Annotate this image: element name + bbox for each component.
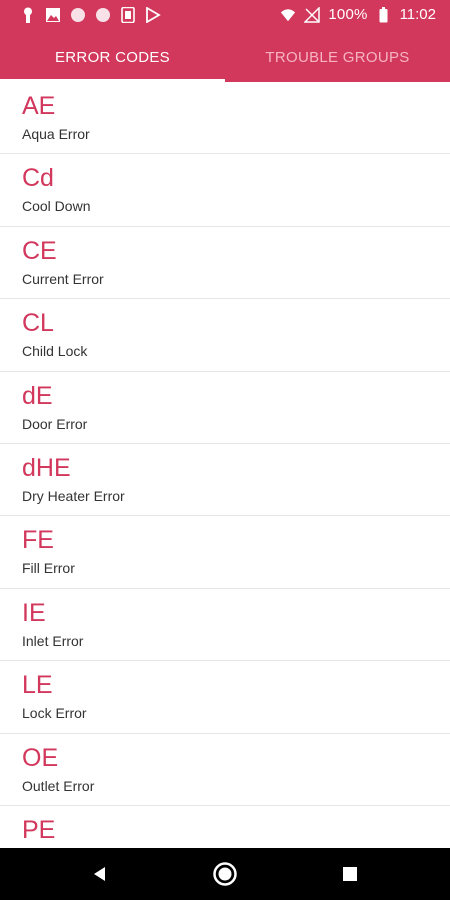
error-description: Current Error	[22, 270, 104, 287]
no-signal-icon	[304, 6, 321, 23]
status-clock: 11:02	[399, 6, 436, 23]
error-code: Cd	[22, 164, 54, 193]
list-item[interactable]: IE Inlet Error	[0, 589, 450, 662]
error-description: Dry Heater Error	[22, 487, 125, 504]
list-item[interactable]: PE	[0, 806, 450, 848]
status-notification-icons	[20, 7, 161, 23]
list-item[interactable]: dHE Dry Heater Error	[0, 444, 450, 517]
sim-icon	[120, 7, 136, 23]
image-icon	[45, 7, 61, 23]
error-description: Fill Error	[22, 560, 75, 577]
error-code: OE	[22, 743, 59, 772]
error-description: Door Error	[22, 415, 88, 432]
error-code: PE	[22, 815, 56, 844]
navigation-bar	[0, 848, 450, 900]
recents-icon[interactable]	[336, 860, 364, 888]
list-item[interactable]: dE Door Error	[0, 372, 450, 444]
error-code: CE	[22, 236, 57, 265]
circle-icon	[95, 7, 111, 23]
status-system-icons: 100% 11:02	[280, 6, 436, 23]
play-store-icon	[145, 7, 161, 23]
error-code-list[interactable]: AE Aqua Error Cd Cool Down CE Current Er…	[0, 82, 450, 848]
error-code: dHE	[22, 453, 71, 482]
list-item[interactable]: CL Child Lock	[0, 299, 450, 372]
list-item[interactable]: AE Aqua Error	[0, 82, 450, 155]
key-icon	[20, 7, 36, 23]
home-icon[interactable]	[211, 860, 239, 888]
error-code: IE	[22, 598, 46, 627]
error-code: CL	[22, 309, 54, 338]
circle-icon	[70, 7, 86, 23]
error-description: Child Lock	[22, 343, 88, 360]
tab-trouble-groups[interactable]: TROUBLE GROUPS	[225, 32, 450, 82]
error-code: FE	[22, 526, 54, 555]
battery-icon	[376, 6, 392, 23]
wifi-icon	[280, 7, 296, 23]
error-description: Lock Error	[22, 705, 87, 722]
back-icon[interactable]	[86, 860, 114, 888]
error-description: Outlet Error	[22, 777, 95, 794]
battery-percentage: 100%	[328, 6, 368, 23]
status-bar: 100% 11:02	[0, 0, 450, 32]
list-item[interactable]: OE Outlet Error	[0, 734, 450, 806]
error-code: AE	[22, 92, 56, 120]
error-code: LE	[22, 671, 53, 700]
list-item[interactable]: CE Current Error	[0, 227, 450, 300]
tab-bar: ERROR CODES TROUBLE GROUPS	[0, 32, 450, 82]
error-code: dE	[22, 381, 53, 410]
list-item[interactable]: LE Lock Error	[0, 661, 450, 734]
error-description: Inlet Error	[22, 632, 84, 649]
tab-error-codes[interactable]: ERROR CODES	[0, 32, 225, 82]
list-item[interactable]: Cd Cool Down	[0, 154, 450, 227]
error-description: Aqua Error	[22, 126, 90, 142]
list-item[interactable]: FE Fill Error	[0, 516, 450, 589]
error-description: Cool Down	[22, 198, 91, 215]
